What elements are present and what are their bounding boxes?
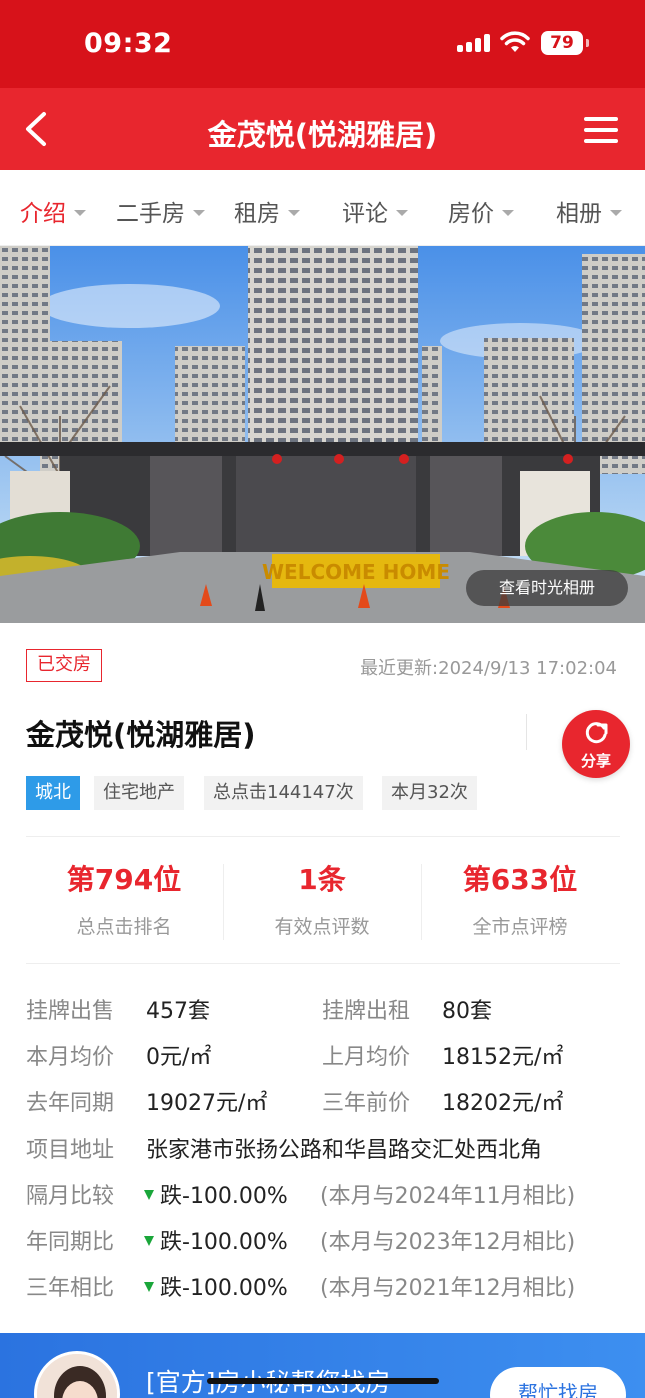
caret-down-icon bbox=[288, 209, 300, 216]
stat-review-count[interactable]: 1条 有效点评数 bbox=[224, 858, 420, 939]
last-updated: 最近更新:2024/9/13 17:02:04 bbox=[360, 658, 617, 679]
avatar bbox=[34, 1351, 120, 1398]
address-value: 张家港市张扬公路和华昌路交汇处西北角 bbox=[146, 1138, 543, 1163]
battery-icon: 79 bbox=[541, 31, 589, 55]
house-finding-banner[interactable]: [官方]房小秘帮您找房 帮忙找房 bbox=[0, 1333, 645, 1398]
svg-text:WELCOME HOME: WELCOME HOME bbox=[262, 560, 450, 584]
caret-down-icon bbox=[502, 209, 514, 216]
down-arrow-icon bbox=[144, 1236, 154, 1246]
building-photo: WELCOME HOME bbox=[0, 246, 645, 623]
divider bbox=[26, 836, 620, 837]
hero-photo[interactable]: WELCOME HOME bbox=[0, 246, 645, 623]
share-button[interactable]: 分享 bbox=[562, 710, 630, 778]
cellular-signal-icon bbox=[457, 34, 491, 52]
status-badge: 已交房 bbox=[26, 649, 102, 682]
page-title: 金茂悦(悦湖雅居) bbox=[207, 118, 438, 152]
caret-down-icon bbox=[610, 209, 622, 216]
share-label: 分享 bbox=[580, 752, 611, 770]
tab-price[interactable]: 房价 bbox=[448, 194, 514, 228]
wifi-icon bbox=[500, 31, 530, 52]
status-bar: 09:32 79 bbox=[0, 0, 645, 88]
tag-type: 住宅地产 bbox=[94, 776, 184, 810]
caret-down-icon bbox=[193, 209, 205, 216]
tab-reviews[interactable]: 评论 bbox=[342, 194, 408, 228]
divider bbox=[526, 714, 527, 750]
down-arrow-icon bbox=[144, 1282, 154, 1292]
tag-month-clicks: 本月32次 bbox=[382, 776, 477, 810]
caret-down-icon bbox=[74, 209, 86, 216]
view-album-button[interactable]: 查看时光相册 bbox=[466, 570, 628, 606]
help-find-button[interactable]: 帮忙找房 bbox=[490, 1367, 626, 1398]
listing-sale-count[interactable]: 457套 bbox=[146, 993, 210, 1025]
property-name: 金茂悦(悦湖雅居) bbox=[26, 718, 256, 752]
stat-click-rank[interactable]: 第794位 总点击排名 bbox=[26, 858, 222, 939]
divider bbox=[26, 963, 620, 964]
tab-rent[interactable]: 租房 bbox=[234, 194, 300, 228]
share-icon bbox=[585, 722, 608, 744]
home-indicator bbox=[207, 1378, 439, 1384]
down-arrow-icon bbox=[144, 1190, 154, 1200]
tag-district: 城北 bbox=[26, 776, 80, 810]
listing-rent-count[interactable]: 80套 bbox=[442, 993, 492, 1025]
tag-total-clicks: 总点击144147次 bbox=[204, 776, 363, 810]
tab-intro[interactable]: 介绍 bbox=[20, 194, 86, 228]
menu-icon[interactable] bbox=[584, 116, 620, 144]
nav-bar: 金茂悦(悦湖雅居) bbox=[0, 88, 645, 170]
status-time: 09:32 bbox=[84, 28, 173, 59]
tab-album[interactable]: 相册 bbox=[556, 194, 622, 228]
stat-city-rank[interactable]: 第633位 全市点评榜 bbox=[422, 858, 618, 939]
caret-down-icon bbox=[396, 209, 408, 216]
tab-secondhand[interactable]: 二手房 bbox=[116, 194, 205, 228]
tab-bar: 介绍 二手房 租房 评论 房价 相册 bbox=[0, 170, 645, 246]
